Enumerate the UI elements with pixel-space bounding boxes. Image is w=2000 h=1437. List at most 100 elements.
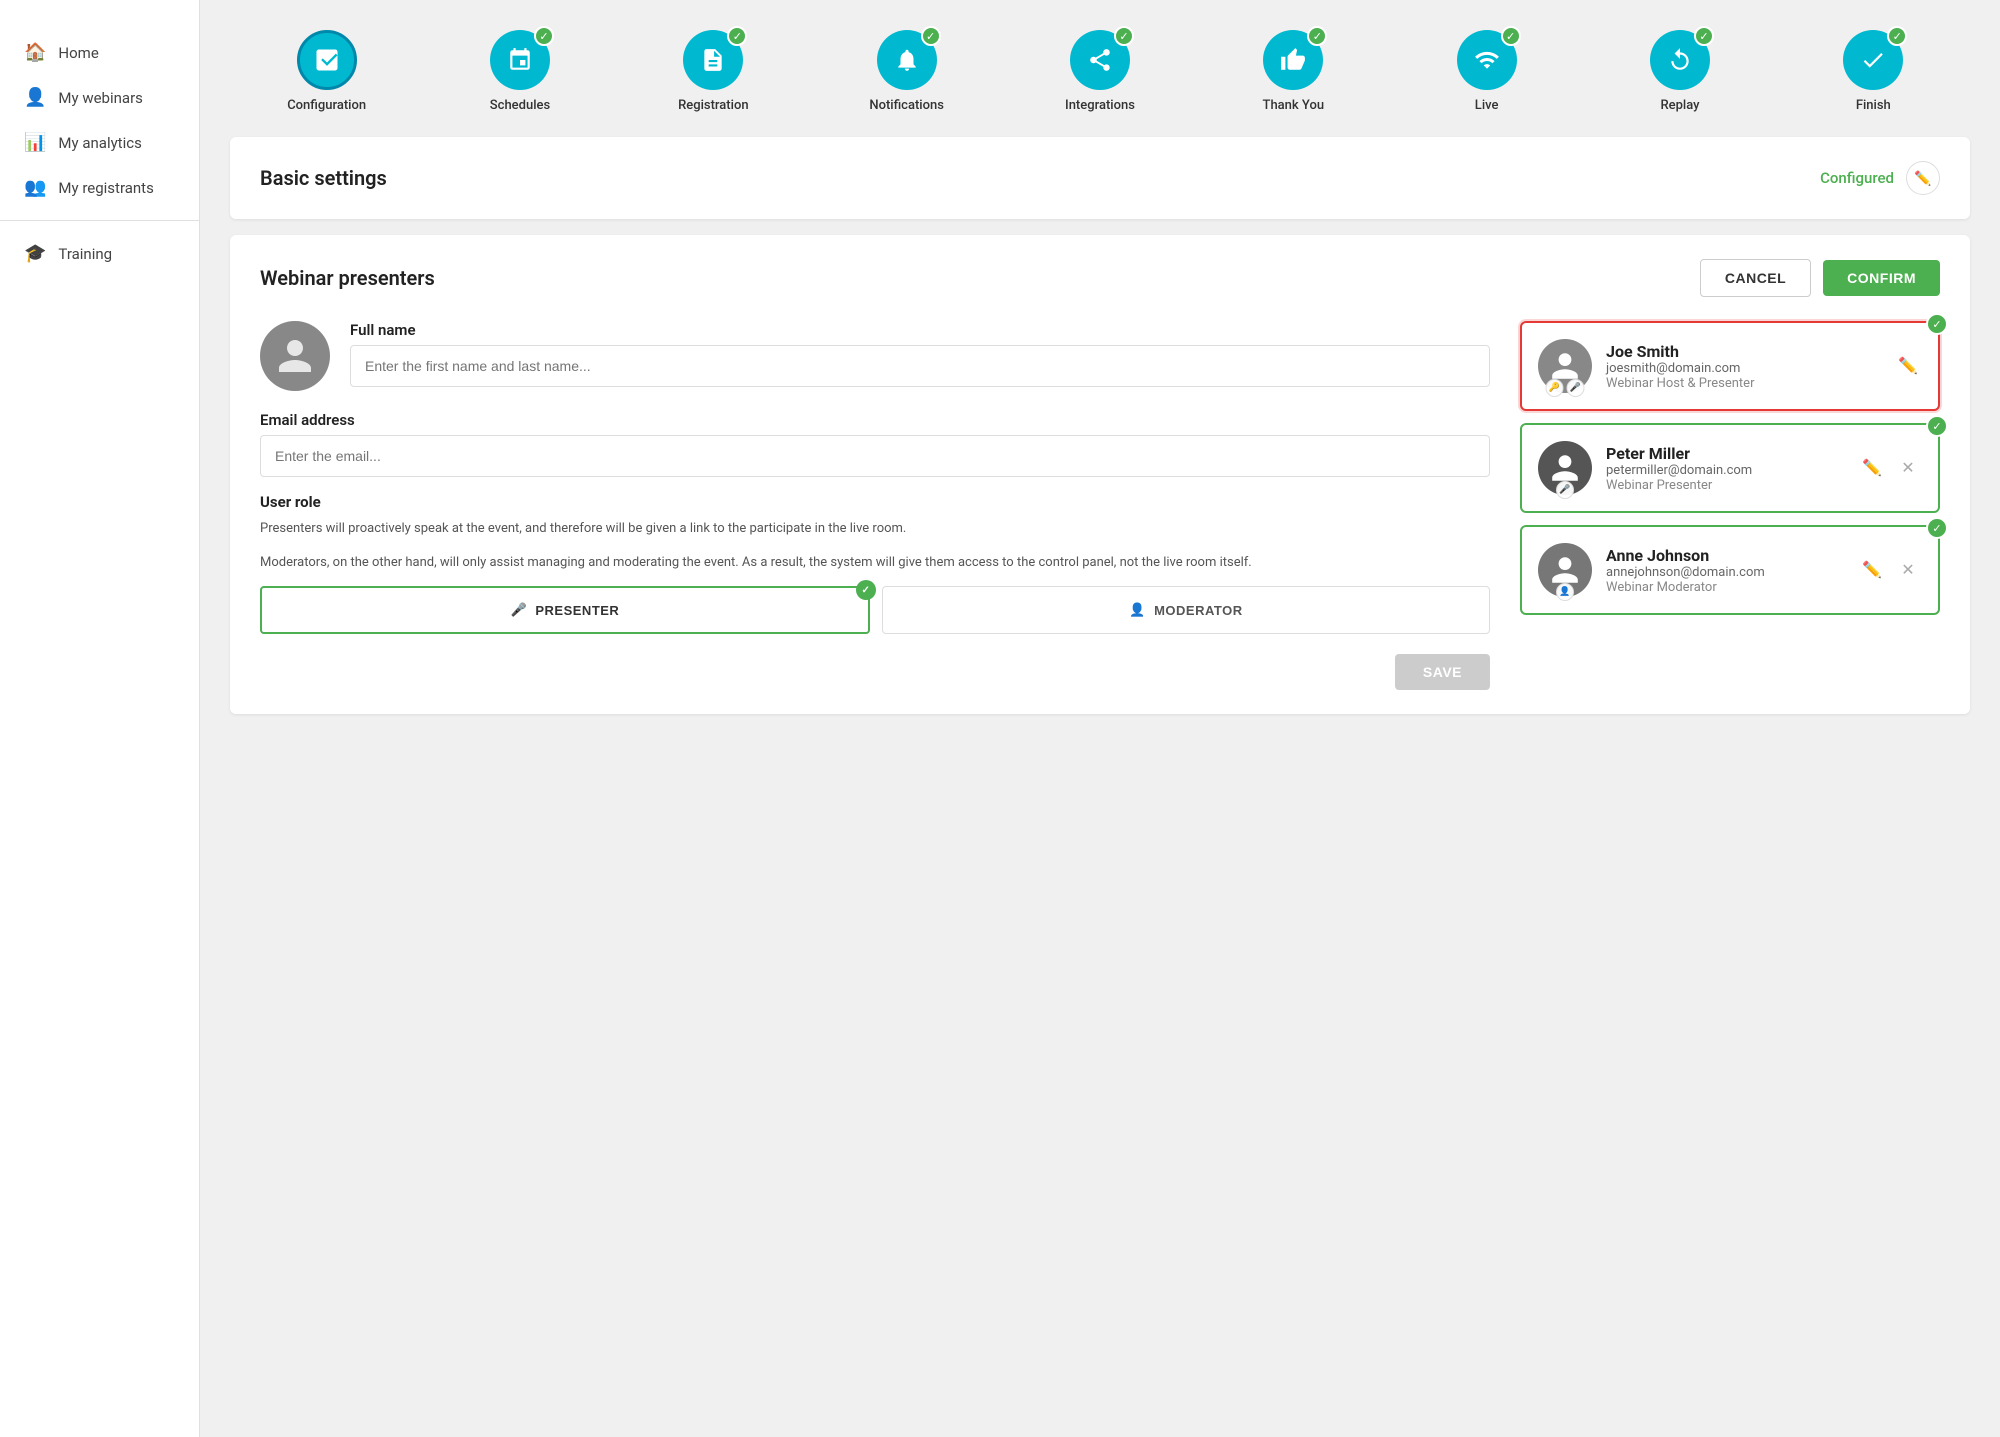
presenter-card-joe[interactable]: ✓ 🔑 🎤 Joe Smith joesmi [1520, 321, 1940, 411]
step-live[interactable]: ✓ Live [1390, 30, 1583, 113]
sidebar-item-my-webinars[interactable]: 👤 My webinars [0, 75, 199, 120]
presenter-card-wrapper-peter: ✓ 🎤 Peter Miller petermiller@domain.com [1520, 423, 1940, 513]
presenters-list: ✓ 🔑 🎤 Joe Smith joesmi [1520, 321, 1940, 690]
sidebar-divider [0, 220, 199, 221]
presenter-check-peter: ✓ [1926, 415, 1948, 437]
step-notifications[interactable]: ✓ Notifications [810, 30, 1003, 113]
basic-settings-edit-button[interactable]: ✏️ [1906, 161, 1940, 195]
presenters-actions: CANCEL CONFIRM [1700, 259, 1940, 297]
step-check-finish: ✓ [1887, 26, 1907, 46]
moderator-role-button[interactable]: 👤 MODERATOR [882, 586, 1490, 634]
step-circle-notifications: ✓ [877, 30, 937, 90]
sidebar-item-home-label: Home [58, 44, 98, 62]
step-circle-schedules: ✓ [490, 30, 550, 90]
pencil-icon: ✏️ [1914, 170, 1931, 187]
presenter-role-button[interactable]: 🎤 PRESENTER ✓ [260, 586, 870, 634]
peter-name: Peter Miller [1606, 444, 1844, 463]
anne-person-icon: 👤 [1556, 583, 1574, 601]
step-label-replay: Replay [1660, 98, 1699, 113]
joe-avatar-wrapper: 🔑 🎤 [1538, 339, 1592, 393]
mic-icon: 🎤 [1567, 379, 1585, 397]
full-name-input[interactable] [350, 345, 1490, 387]
sidebar-item-my-analytics[interactable]: 📊 My analytics [0, 120, 199, 165]
email-input[interactable] [260, 435, 1490, 477]
presenter-check-joe: ✓ [1926, 313, 1948, 335]
basic-settings-actions: Configured ✏️ [1820, 161, 1940, 195]
step-thank-you[interactable]: ✓ Thank You [1197, 30, 1390, 113]
step-check-registration: ✓ [727, 26, 747, 46]
key-icon: 🔑 [1546, 379, 1564, 397]
sidebar-item-registrants-label: My registrants [58, 179, 153, 197]
step-label-integrations: Integrations [1065, 98, 1135, 113]
step-replay[interactable]: ✓ Replay [1583, 30, 1776, 113]
sidebar: 🏠 Home 👤 My webinars 📊 My analytics 👥 My… [0, 0, 200, 1437]
step-check-schedules: ✓ [534, 26, 554, 46]
full-name-label: Full name [350, 321, 1490, 339]
anne-edit-button[interactable]: ✏️ [1858, 556, 1886, 584]
joe-edit-button[interactable]: ✏️ [1894, 352, 1922, 380]
step-check-integrations: ✓ [1114, 26, 1134, 46]
joe-role: Webinar Host & Presenter [1606, 376, 1880, 391]
joe-info: Joe Smith joesmith@domain.com Webinar Ho… [1606, 342, 1880, 391]
anne-info: Anne Johnson annejohnson@domain.com Webi… [1606, 546, 1844, 595]
email-label: Email address [260, 411, 1490, 429]
step-configuration[interactable]: Configuration [230, 30, 423, 113]
step-circle-replay: ✓ [1650, 30, 1710, 90]
confirm-button[interactable]: CONFIRM [1823, 260, 1940, 296]
anne-remove-button[interactable]: ✕ [1894, 556, 1922, 584]
step-circle-registration: ✓ [683, 30, 743, 90]
step-label-thank-you: Thank You [1263, 98, 1325, 113]
sidebar-item-analytics-label: My analytics [58, 134, 141, 152]
joe-email: joesmith@domain.com [1606, 361, 1880, 376]
analytics-icon: 📊 [24, 132, 46, 153]
user-role-title: User role [260, 493, 1490, 511]
peter-role: Webinar Presenter [1606, 478, 1844, 493]
presenter-card-wrapper-anne: ✓ 👤 Anne Johnson annejohnson@domain.com [1520, 525, 1940, 615]
sidebar-item-my-registrants[interactable]: 👥 My registrants [0, 165, 199, 210]
presenter-card-anne[interactable]: ✓ 👤 Anne Johnson annejohnson@domain.com [1520, 525, 1940, 615]
step-label-finish: Finish [1856, 98, 1891, 113]
step-finish[interactable]: ✓ Finish [1777, 30, 1970, 113]
step-check-thank-you: ✓ [1307, 26, 1327, 46]
home-icon: 🏠 [24, 42, 46, 63]
step-check-replay: ✓ [1694, 26, 1714, 46]
webinars-icon: 👤 [24, 87, 46, 108]
sidebar-item-home[interactable]: 🏠 Home [0, 30, 199, 75]
role-buttons: 🎤 PRESENTER ✓ 👤 MODERATOR [260, 586, 1490, 634]
person-icon: 👤 [1129, 602, 1146, 618]
presenter-default-avatar [260, 321, 330, 391]
peter-edit-button[interactable]: ✏️ [1858, 454, 1886, 482]
presenter-check-anne: ✓ [1926, 517, 1948, 539]
peter-avatar-wrapper: 🎤 [1538, 441, 1592, 495]
step-label-notifications: Notifications [869, 98, 944, 113]
steps-nav: Configuration ✓ Schedules ✓ Registration… [230, 30, 1970, 113]
joe-actions: ✏️ [1894, 352, 1922, 380]
sidebar-item-training[interactable]: 🎓 Training [0, 231, 199, 276]
step-schedules[interactable]: ✓ Schedules [423, 30, 616, 113]
joe-name: Joe Smith [1606, 342, 1880, 361]
step-integrations[interactable]: ✓ Integrations [1003, 30, 1196, 113]
user-role-desc-2: Moderators, on the other hand, will only… [260, 553, 1490, 573]
sidebar-item-training-label: Training [58, 245, 112, 263]
anne-email: annejohnson@domain.com [1606, 565, 1844, 580]
save-button[interactable]: SAVE [1395, 654, 1490, 690]
microphone-icon: 🎤 [511, 602, 528, 618]
step-registration[interactable]: ✓ Registration [617, 30, 810, 113]
peter-actions: ✏️ ✕ [1858, 454, 1922, 482]
user-role-desc-1: Presenters will proactively speak at the… [260, 519, 1490, 539]
step-label-schedules: Schedules [490, 98, 550, 113]
anne-avatar-wrapper: 👤 [1538, 543, 1592, 597]
presenter-card-peter[interactable]: ✓ 🎤 Peter Miller petermiller@domain.com [1520, 423, 1940, 513]
name-field-group: Full name [350, 321, 1490, 387]
peter-info: Peter Miller petermiller@domain.com Webi… [1606, 444, 1844, 493]
anne-role: Webinar Moderator [1606, 580, 1844, 595]
anne-name: Anne Johnson [1606, 546, 1844, 565]
configured-badge: Configured [1820, 169, 1894, 187]
step-circle-live: ✓ [1457, 30, 1517, 90]
peter-remove-button[interactable]: ✕ [1894, 454, 1922, 482]
presenters-title: Webinar presenters [260, 266, 435, 290]
step-circle-finish: ✓ [1843, 30, 1903, 90]
step-circle-integrations: ✓ [1070, 30, 1130, 90]
step-label-live: Live [1475, 98, 1499, 113]
cancel-button[interactable]: CANCEL [1700, 259, 1811, 297]
